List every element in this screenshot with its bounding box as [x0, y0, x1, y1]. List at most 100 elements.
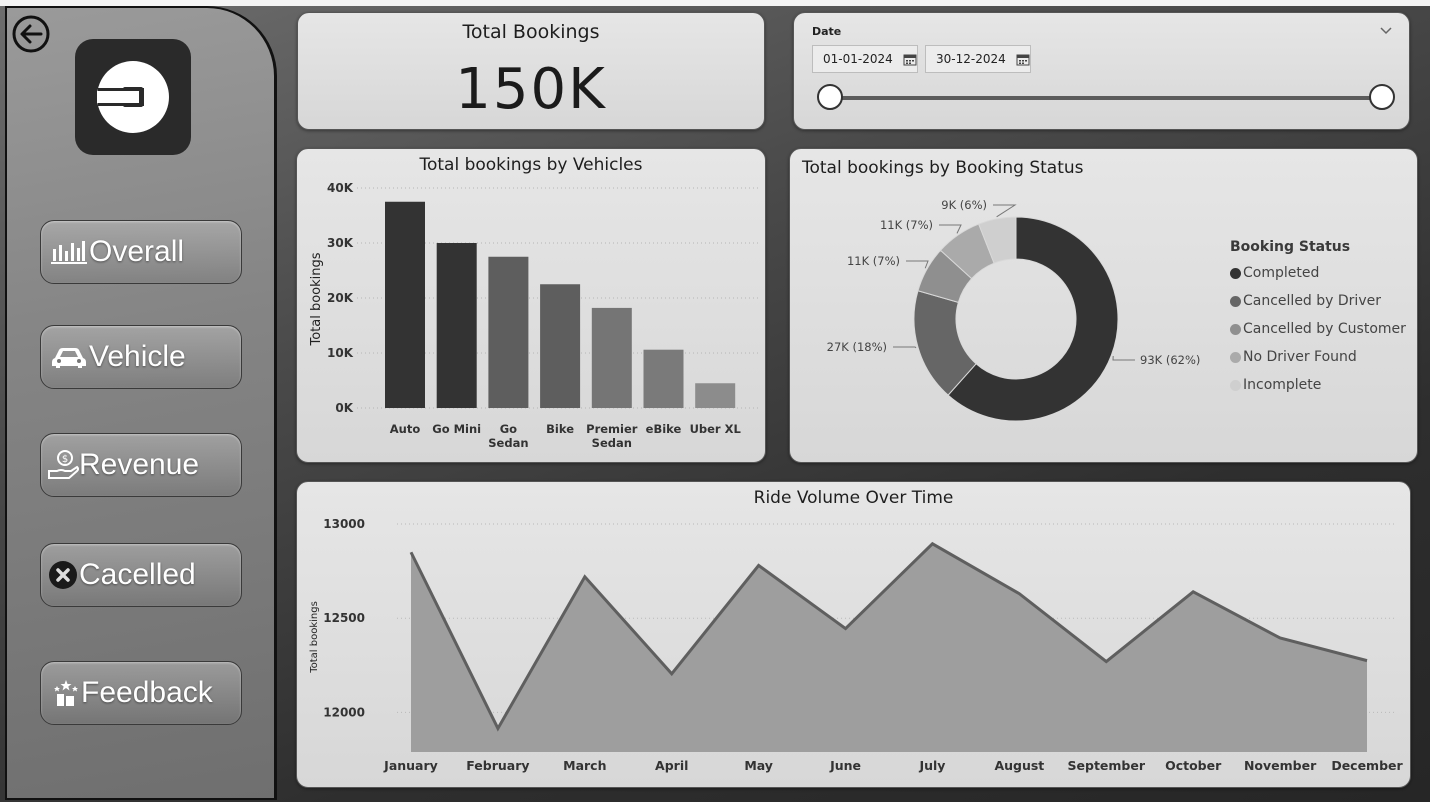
nav-revenue-button[interactable]: $ Revenue: [40, 433, 242, 497]
nav-overall-button[interactable]: Overall: [40, 220, 242, 284]
legend-label: Cancelled by Driver: [1243, 293, 1381, 309]
ride-volume-chart-panel: Ride Volume Over Time 13000 12500 12000 Tot…: [296, 481, 1411, 788]
nav-vehicle-button[interactable]: Vehicle: [40, 325, 242, 389]
x-tick-label: Premier: [586, 422, 638, 436]
bar: [488, 256, 529, 408]
nav-cancelled-label: Cacelled: [79, 558, 196, 591]
bar: [436, 243, 477, 408]
x-tick-label: Bike: [546, 422, 574, 436]
start-date-value: 01-01-2024: [823, 52, 893, 66]
kpi-value: 150K: [455, 57, 607, 122]
leader-line: [1112, 356, 1135, 361]
top-strip: [0, 0, 1430, 6]
cancel-icon: [47, 559, 79, 591]
leader-line: [893, 346, 917, 349]
date-slicer: Date 01-01-2024 30-12-2024: [793, 12, 1410, 130]
legend-dot: [1230, 267, 1241, 279]
y-tick-label: 13000: [323, 517, 365, 531]
bar: [540, 284, 581, 408]
end-date-value: 30-12-2024: [936, 52, 1006, 66]
y-tick-label: 10K: [327, 346, 354, 360]
calendar-icon: [1016, 54, 1030, 65]
x-tick-label: June: [829, 758, 861, 773]
data-label: 27K (18%): [827, 340, 887, 354]
data-label: 11K (7%): [847, 254, 900, 268]
nav-revenue-label: Revenue: [79, 448, 200, 481]
x-tick-label: eBike: [646, 422, 682, 436]
start-date-input[interactable]: 01-01-2024: [812, 45, 918, 73]
calendar-icon: [903, 54, 917, 65]
bar-chart-icon: [49, 236, 89, 268]
chevron-down-icon[interactable]: [1379, 23, 1393, 37]
leader-line: [993, 204, 1017, 218]
bar: [385, 201, 425, 408]
bar: [695, 383, 736, 408]
x-tick-label: February: [466, 758, 529, 773]
date-range-end-handle[interactable]: [1369, 84, 1395, 110]
x-tick-label: March: [563, 758, 606, 773]
data-label: 9K (6%): [941, 198, 987, 212]
legend-title: Booking Status: [1230, 239, 1351, 255]
nav-cancelled-button[interactable]: Cacelled: [40, 543, 242, 607]
y-tick-label: 12500: [323, 611, 365, 625]
kpi-total-bookings-card: Total Bookings 150K: [297, 12, 765, 130]
data-label: 11K (7%): [880, 218, 933, 232]
leader-line: [939, 224, 962, 234]
booking-status-donut-chart: 93K (62%) 27K (18%) 11K (7%) 11K (7%) 9K (6%…: [827, 198, 1200, 422]
nav-feedback-button[interactable]: Feedback: [40, 661, 242, 725]
x-tick-label: Go Mini: [432, 422, 481, 436]
back-arrow-icon[interactable]: [11, 14, 51, 54]
legend-item-incomplete[interactable]: Incomplete: [1230, 371, 1406, 399]
legend-label: Completed: [1243, 265, 1320, 281]
x-tick-label: Sedan: [488, 436, 528, 450]
legend-dot: [1230, 323, 1241, 335]
legend-item-cancelled-by-customer[interactable]: Cancelled by Customer: [1230, 315, 1406, 343]
nav-vehicle-label: Vehicle: [89, 340, 186, 373]
y-tick-label: 30K: [327, 236, 354, 250]
date-range-track[interactable]: [830, 96, 1384, 100]
ride-volume-area-chart: 13000 12500 12000 Total bookings January Febr…: [309, 517, 1404, 773]
legend-item-completed[interactable]: Completed: [1230, 259, 1406, 287]
date-range-start-handle[interactable]: [817, 84, 843, 110]
legend-label: Incomplete: [1243, 377, 1322, 393]
x-tick-label: December: [1331, 758, 1403, 773]
y-tick-label: 0K: [335, 401, 353, 415]
y-tick-label: 12000: [323, 705, 365, 719]
bar: [643, 349, 684, 408]
legend-label: No Driver Found: [1243, 349, 1357, 365]
end-date-input[interactable]: 30-12-2024: [925, 45, 1031, 73]
kpi-title: Total Bookings: [462, 21, 600, 43]
vehicles-bar-chart: 40K 30K 20K 10K 0K Total bookings Auto Go Mini G…: [309, 181, 759, 450]
legend-dot: [1230, 379, 1241, 391]
uber-logo-icon: [97, 61, 169, 133]
area-fill: [411, 543, 1367, 752]
bar: [591, 307, 632, 408]
leader-line: [906, 260, 929, 269]
legend-item-cancelled-by-driver[interactable]: Cancelled by Driver: [1230, 287, 1406, 315]
y-axis-label: Total bookings: [309, 601, 320, 674]
y-tick-label: 20K: [327, 291, 354, 305]
y-tick-label: 40K: [327, 181, 354, 195]
y-axis-label: Total bookings: [309, 252, 324, 346]
booking-status-chart-panel: Total bookings by Booking Status 93K (62…: [789, 148, 1418, 463]
svg-text:$: $: [62, 454, 68, 465]
x-tick-label: Uber XL: [690, 422, 742, 436]
nav-overall-label: Overall: [89, 235, 185, 268]
legend-label: Cancelled by Customer: [1243, 321, 1406, 337]
uber-logo: [75, 39, 191, 155]
nav-feedback-label: Feedback: [81, 676, 213, 709]
sidebar: Overall Vehicle $ Revenue Cacelled Feedb…: [5, 6, 277, 800]
car-icon: [49, 341, 89, 373]
status-legend: Booking Status Completed Cancelled by Dr…: [1230, 239, 1406, 399]
x-tick-label: January: [383, 758, 438, 773]
data-label: 93K (62%): [1140, 353, 1200, 367]
money-hand-icon: $: [47, 449, 79, 481]
legend-dot: [1230, 295, 1241, 307]
x-tick-label: Go: [500, 422, 517, 436]
legend-item-no-driver-found[interactable]: No Driver Found: [1230, 343, 1406, 371]
x-tick-label: August: [994, 758, 1044, 773]
x-tick-label: October: [1165, 758, 1222, 773]
x-tick-label: Auto: [390, 422, 421, 436]
x-tick-label: November: [1244, 758, 1317, 773]
x-tick-label: Sedan: [592, 436, 632, 450]
